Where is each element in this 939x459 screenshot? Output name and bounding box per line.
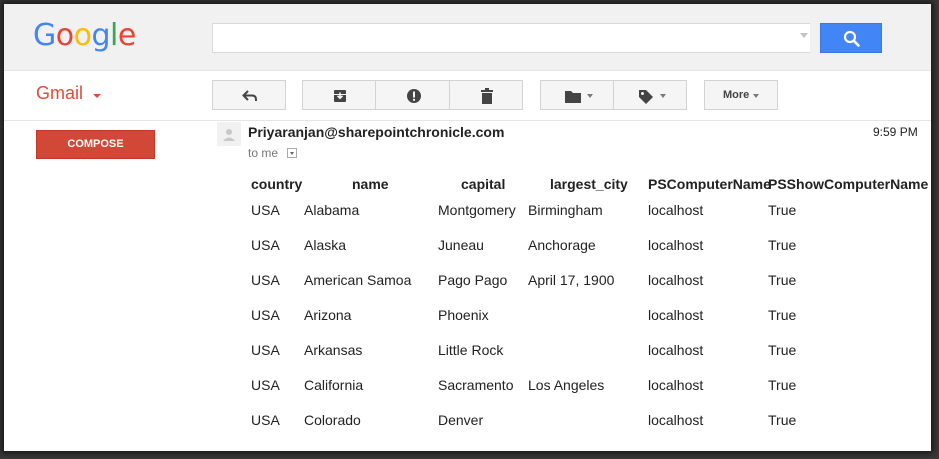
back-button[interactable] xyxy=(212,80,286,110)
column-header-country: country xyxy=(251,176,303,192)
logo-letter: o xyxy=(73,18,92,53)
table-cell: localhost xyxy=(648,237,704,253)
avatar[interactable] xyxy=(217,122,241,146)
report-spam-icon xyxy=(407,89,421,103)
column-header-capital: capital xyxy=(461,176,506,192)
table-cell: Arkansas xyxy=(304,342,363,358)
table-cell: Sacramento xyxy=(438,377,514,393)
person-icon xyxy=(223,129,235,141)
folder-icon xyxy=(565,91,581,103)
search-icon xyxy=(843,30,860,47)
trash-icon xyxy=(481,88,493,104)
table-cell: Alabama xyxy=(304,202,360,218)
table-cell: Birmingham xyxy=(528,202,603,218)
sender-address[interactable]: Priyaranjan@sharepointchronicle.com xyxy=(248,124,504,140)
table-cell: USA xyxy=(251,272,280,288)
table-cell: localhost xyxy=(648,202,704,218)
delete-button[interactable] xyxy=(449,80,523,110)
table-cell: True xyxy=(768,202,797,218)
table-cell: California xyxy=(304,377,364,393)
logo-letter: G xyxy=(33,18,56,53)
table-cell: USA xyxy=(251,342,280,358)
header-bar: Google xyxy=(4,4,931,71)
table-cell: True xyxy=(768,272,797,288)
search-input[interactable] xyxy=(212,23,810,53)
table-cell: USA xyxy=(251,202,280,218)
message-time: 9:59 PM xyxy=(873,125,918,139)
table-cell: Phoenix xyxy=(438,307,489,323)
archive-icon xyxy=(334,90,346,102)
table-cell: Montgomery xyxy=(438,202,516,218)
search-button[interactable] xyxy=(820,23,882,53)
table-cell: Pago Pago xyxy=(438,272,508,288)
table-cell: Anchorage xyxy=(528,237,596,253)
table-cell: True xyxy=(768,342,797,358)
table-cell: Los Angeles xyxy=(528,377,605,393)
recipient-label: to me xyxy=(248,146,279,160)
table-cell: localhost xyxy=(648,342,704,358)
table-cell: True xyxy=(768,377,797,393)
table-cell: localhost xyxy=(648,272,704,288)
gmail-menu-label[interactable]: Gmail xyxy=(36,83,83,104)
table-cell: True xyxy=(768,237,797,253)
search-options-chevron-icon[interactable] xyxy=(800,33,808,38)
table-cell: Little Rock xyxy=(438,342,504,358)
table-cell: American Samoa xyxy=(304,272,412,288)
column-header-name: name xyxy=(352,176,389,192)
column-header-psshowcomputername: PSShowComputerName xyxy=(768,176,929,192)
gmail-menu-chevron-icon[interactable] xyxy=(93,94,101,98)
labels-chevron-icon xyxy=(660,94,666,98)
table-cell: Alaska xyxy=(304,237,347,253)
table-cell: Colorado xyxy=(304,412,361,428)
table-cell: Arizona xyxy=(304,307,352,323)
more-label: More xyxy=(723,89,750,101)
more-button[interactable]: More xyxy=(704,80,778,110)
google-logo[interactable]: Google xyxy=(33,18,136,54)
labels-button[interactable] xyxy=(613,80,687,110)
column-header-pscomputername: PSComputerName xyxy=(648,176,771,192)
table-cell: USA xyxy=(251,377,280,393)
table-cell: localhost xyxy=(648,307,704,323)
report-spam-button[interactable] xyxy=(375,80,450,110)
table-cell: Juneau xyxy=(438,237,484,253)
logo-letter: g xyxy=(91,18,111,53)
more-chevron-icon xyxy=(753,94,759,98)
label-tag-icon xyxy=(639,90,653,104)
table-cell: Denver xyxy=(438,412,484,428)
table-cell: USA xyxy=(251,412,280,428)
table-cell: localhost xyxy=(648,412,704,428)
logo-letter: e xyxy=(117,18,136,53)
archive-button[interactable] xyxy=(302,80,376,110)
table-cell: USA xyxy=(251,237,280,253)
table-cell: April 17, 1900 xyxy=(528,272,615,288)
divider xyxy=(4,120,931,121)
back-arrow-icon xyxy=(242,90,257,101)
show-details-chevron-icon[interactable] xyxy=(287,148,297,158)
table-cell: True xyxy=(768,412,797,428)
compose-button[interactable]: COMPOSE xyxy=(36,130,155,159)
logo-letter: l xyxy=(110,18,118,53)
gmail-window: Google Gmail More COMPOSE Priyaranjan@sh… xyxy=(4,4,931,451)
table-cell: localhost xyxy=(648,377,704,393)
column-header-largest_city: largest_city xyxy=(550,176,628,192)
move-to-button[interactable] xyxy=(540,80,614,110)
table-cell: True xyxy=(768,307,797,323)
move-to-chevron-icon xyxy=(587,94,593,98)
logo-letter: o xyxy=(55,18,74,53)
table-cell: USA xyxy=(251,307,280,323)
